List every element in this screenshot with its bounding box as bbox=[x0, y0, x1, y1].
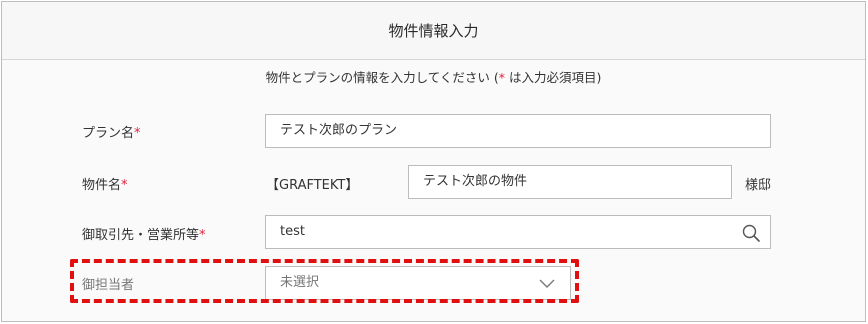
search-icon[interactable] bbox=[741, 223, 761, 243]
property-name-value: テスト次郎の物件 bbox=[423, 174, 528, 189]
property-name-label-text: 物件名 bbox=[82, 178, 122, 193]
property-name-prefix: 【GRAFTEKT】 bbox=[266, 178, 359, 193]
client-value: test bbox=[280, 224, 305, 239]
required-mark: * bbox=[121, 178, 128, 193]
plan-name-label: プラン名* bbox=[82, 122, 141, 141]
property-name-input[interactable]: テスト次郎の物件 bbox=[408, 165, 732, 199]
required-mark: * bbox=[134, 126, 141, 141]
plan-name-value: テスト次郎のプラン bbox=[280, 123, 398, 138]
highlight-box bbox=[70, 259, 579, 303]
property-name-label: 物件名* bbox=[82, 174, 128, 193]
required-mark: * bbox=[199, 228, 206, 243]
form-instructions: 物件とプランの情報を入力してください (* は入力必須項目) bbox=[2, 67, 865, 86]
plan-name-input[interactable]: テスト次郎のプラン bbox=[265, 114, 771, 148]
form-header: 物件情報入力 bbox=[2, 2, 865, 60]
instructions-text: 物件とプランの情報を入力してください ( bbox=[265, 70, 499, 85]
instructions-tail: は入力必須項目) bbox=[505, 70, 602, 85]
client-search-input[interactable]: test bbox=[265, 215, 771, 249]
plan-name-label-text: プラン名 bbox=[82, 126, 135, 141]
property-name-suffix: 様邸 bbox=[745, 178, 772, 193]
form-title: 物件情報入力 bbox=[388, 22, 479, 40]
client-label-text: 御取引先・営業所等 bbox=[82, 228, 200, 243]
client-label: 御取引先・営業所等* bbox=[82, 224, 206, 243]
